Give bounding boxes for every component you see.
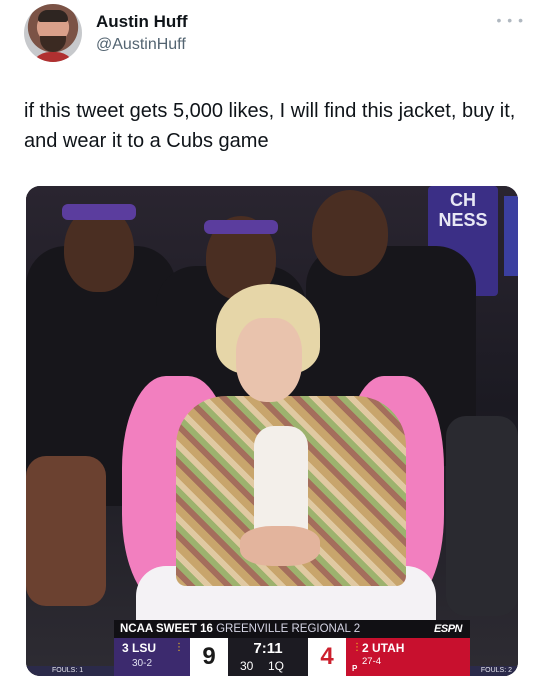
avatar-shirt: [30, 52, 76, 62]
coach-hands: [240, 526, 320, 566]
tweet-header: Austin Huff @AustinHuff • • •: [24, 4, 524, 64]
team-away: ⋮ 2 UTAH 27-4 P: [346, 638, 470, 676]
period: 1Q: [268, 659, 285, 673]
possession-indicator: P: [352, 664, 358, 673]
photo-scene: CH NESS: [26, 186, 518, 676]
handle[interactable]: @AustinHuff: [96, 36, 186, 54]
team-home: 3 LSU 30-2 ⋮: [114, 638, 190, 676]
team-home-record: 30-2: [132, 658, 153, 669]
fouls-home: FOULS: 1: [26, 666, 122, 676]
team-home-name: 3 LSU: [122, 641, 157, 655]
event-region: GREENVILLE REGIONAL 2: [216, 623, 361, 635]
more-dots-icon[interactable]: • • •: [497, 12, 524, 28]
game-clock-box: 7:11 30 1Q: [228, 638, 308, 676]
game-clock: 7:11: [253, 640, 283, 657]
player-headband-left: [62, 204, 136, 220]
tweet-text: if this tweet gets 5,000 likes, I will f…: [24, 100, 516, 152]
avatar-hair: [38, 10, 68, 22]
player-head-right: [312, 190, 388, 276]
event-title: NCAA SWEET 16: [120, 623, 213, 635]
score-away: 4: [308, 638, 346, 676]
team-away-name: 2 UTAH: [362, 641, 405, 655]
coach-face: [236, 318, 302, 402]
avatar[interactable]: [24, 4, 82, 62]
display-name[interactable]: Austin Huff: [96, 12, 188, 32]
player-leg-left: [26, 456, 106, 606]
score-home: 9: [190, 638, 228, 676]
tweet-media-image[interactable]: CH NESS NCAA SWEET 16 GREENVILLE REGIONA…: [26, 186, 518, 676]
shot-clock: 30: [240, 659, 254, 673]
player-headband-middle: [204, 220, 278, 234]
banner-text: CH NESS: [438, 190, 488, 230]
team-away-record: 27-4: [362, 656, 382, 667]
timeout-indicator-icon: ⋮: [174, 642, 184, 653]
espn-logo: ESPN: [434, 623, 462, 635]
player-leg-right: [446, 416, 518, 616]
banner-edge: [504, 196, 518, 276]
scorebug-header: NCAA SWEET 16 GREENVILLE REGIONAL 2 ESPN: [114, 620, 470, 638]
scorebug: NCAA SWEET 16 GREENVILLE REGIONAL 2 ESPN…: [26, 618, 518, 676]
avatar-beard: [40, 36, 66, 52]
timeout-indicator-icon: ⋮: [352, 642, 362, 653]
